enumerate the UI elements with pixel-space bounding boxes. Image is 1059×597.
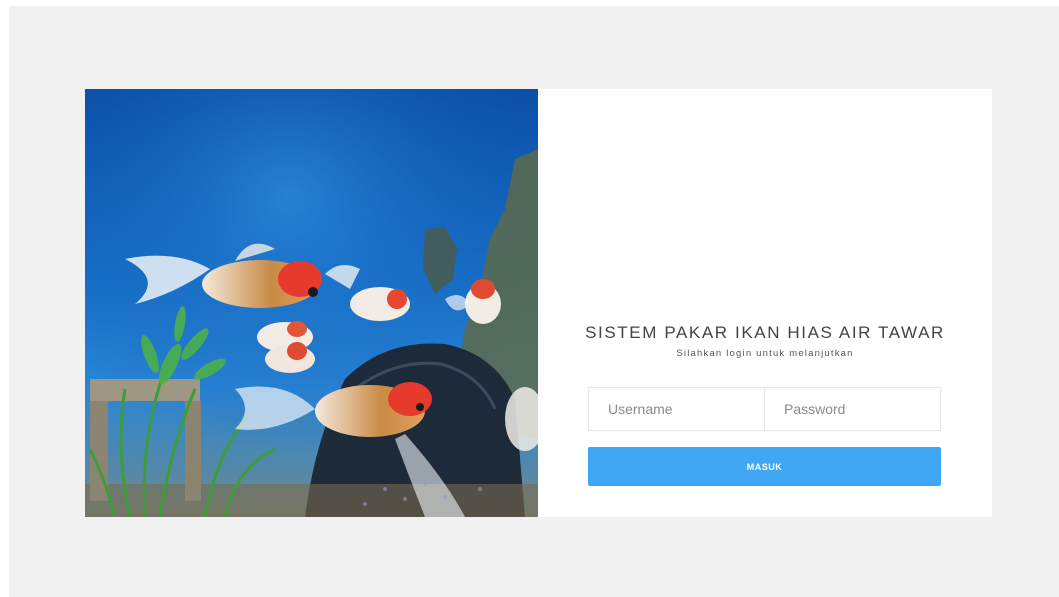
- login-card: SISTEM PAKAR IKAN HIAS AIR TAWAR Silahka…: [85, 89, 992, 517]
- login-subtitle: Silahkan login untuk melanjutkan: [676, 348, 854, 359]
- login-form-panel: SISTEM PAKAR IKAN HIAS AIR TAWAR Silahka…: [538, 89, 992, 517]
- app-title: SISTEM PAKAR IKAN HIAS AIR TAWAR: [585, 323, 945, 342]
- username-input[interactable]: [589, 388, 764, 430]
- aquarium-illustration: [85, 89, 538, 517]
- goldfish-aquarium-image: [85, 89, 538, 517]
- password-input[interactable]: [764, 388, 940, 430]
- login-button[interactable]: MASUK: [588, 447, 941, 486]
- credentials-group: [588, 387, 941, 431]
- page-background: SISTEM PAKAR IKAN HIAS AIR TAWAR Silahka…: [9, 6, 1059, 597]
